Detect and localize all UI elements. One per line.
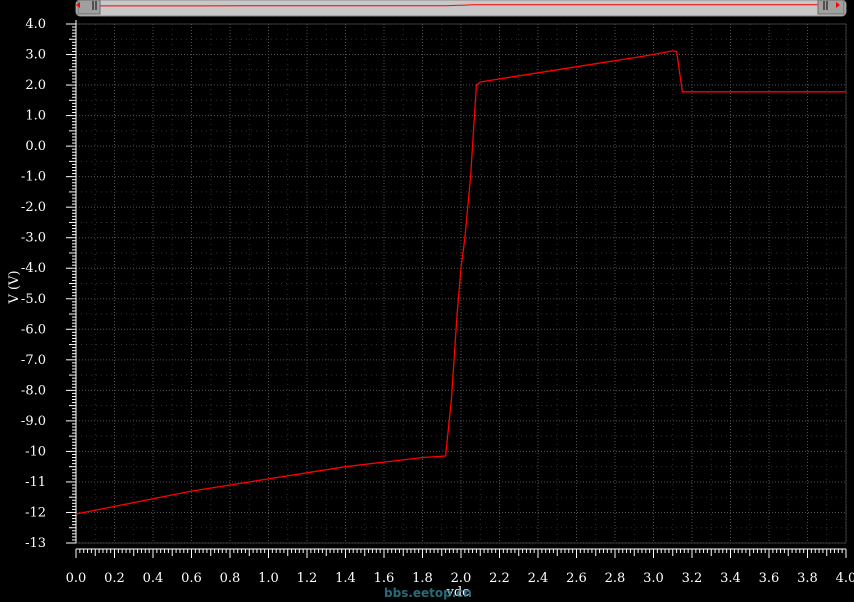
x-tick-label: 2.4 [528,571,549,586]
overview-track[interactable] [75,0,847,17]
x-tick-label: 2.6 [566,571,587,586]
y-tick-label: 3.0 [25,48,46,63]
watermark: bbs.eetop.cn [384,586,472,600]
x-tick-label: 3.2 [682,571,703,586]
x-tick-label: 3.6 [759,571,780,586]
x-tick-label: 1.0 [258,571,279,586]
y-tick-label: -10 [25,444,46,459]
x-tick-label: 3.8 [797,571,818,586]
scroll-left-handle[interactable] [76,0,101,15]
x-tick-label: 4.0 [836,571,854,586]
y-tick-label: -11 [25,475,46,490]
scroll-right-handle[interactable] [817,0,845,15]
y-tick-label: 0.0 [25,139,46,154]
x-tick-label: 0.2 [104,571,125,586]
x-tick-label: 1.8 [412,571,433,586]
x-tick-label: 0.4 [143,571,164,586]
x-tick-label: 1.4 [335,571,356,586]
y-axis-label: V (V) [7,270,22,304]
y-tick-label: -4.0 [21,261,46,276]
x-tick-label: 2.8 [605,571,626,586]
y-tick-label: -5.0 [21,292,46,307]
y-tick-labels: 4.0 3.0 2.0 1.0 0.0 -1.0 -2.0 -3.0 -4.0 -5.0 -6.0 -… [21,17,46,551]
x-tick-label: 0.0 [66,571,87,586]
x-tick-label: 0.6 [181,571,202,586]
y-tick-label: -12 [25,505,46,520]
y-tick-label: -9.0 [21,414,46,429]
x-tick-label: 2.2 [489,571,510,586]
x-tick-label: 0.8 [220,571,241,586]
overview-scrollbar[interactable] [75,0,847,17]
y-tick-label: -13 [25,536,46,551]
y-tick-label: 2.0 [25,78,46,93]
y-tick-label: 1.0 [25,109,46,124]
waveform-plot: 0.0 0.2 0.4 0.6 0.8 1.0 1.2 1.4 1.6 1.8 2.0 2.2 2.4 2… [7,0,854,600]
x-tick-label: 1.6 [374,571,395,586]
x-tick-label: 3.4 [720,571,741,586]
y-tick-label: -1.0 [21,170,46,185]
x-tick-label: 2.0 [451,571,472,586]
grid [75,23,847,544]
y-tick-label: -6.0 [21,322,46,337]
x-tick-labels: 0.0 0.2 0.4 0.6 0.8 1.0 1.2 1.4 1.6 1.8 2.0 2.2 2.4 2… [66,571,854,586]
y-tick-label: -3.0 [21,231,46,246]
y-tick-label: 4.0 [25,17,46,32]
x-tick-label: 3.0 [643,571,664,586]
x-tick-label: 1.2 [297,571,318,586]
y-tick-label: -8.0 [21,383,46,398]
y-tick-label: -2.0 [21,200,46,215]
y-tick-label: -7.0 [21,353,46,368]
